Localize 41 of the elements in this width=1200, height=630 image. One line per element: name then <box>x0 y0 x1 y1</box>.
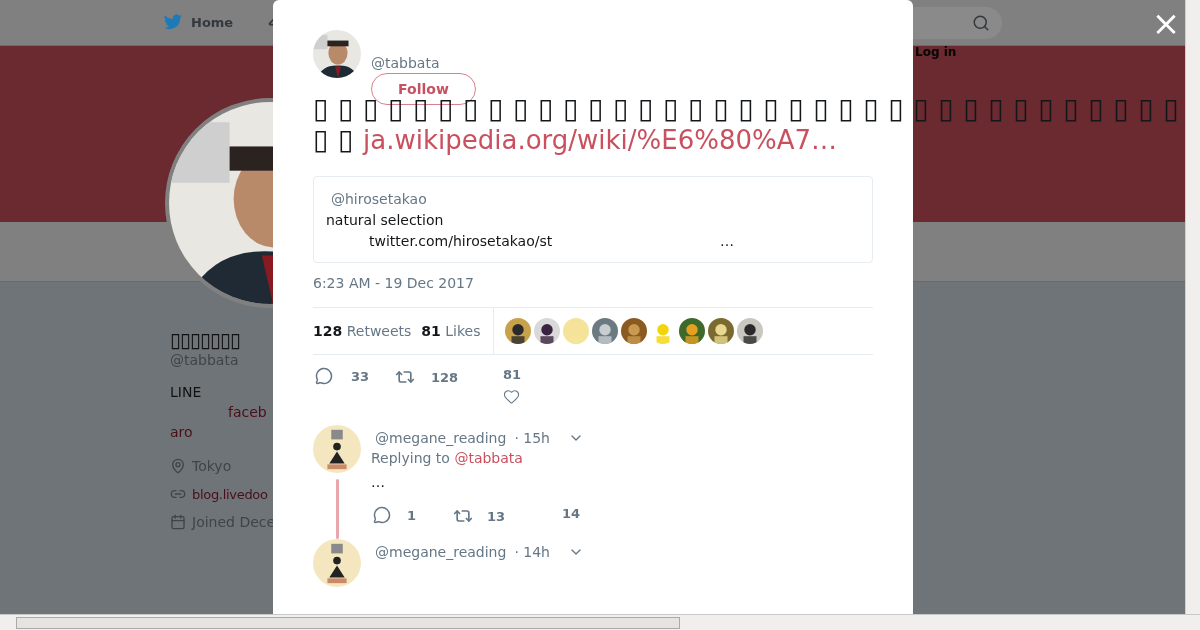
mention-link[interactable]: @tabbata <box>454 450 523 466</box>
thread-line <box>335 479 339 539</box>
website-link[interactable]: blog.livedoo <box>192 486 268 502</box>
reply-icon <box>315 367 333 385</box>
search-icon <box>972 14 990 32</box>
reply-time: · 14h <box>514 544 550 560</box>
location-icon <box>170 458 186 474</box>
bio-link[interactable]: aro <box>170 422 276 442</box>
reply-handle: @megane_reading <box>375 430 507 446</box>
retweet-button[interactable]: 128 <box>395 367 503 387</box>
stat-link[interactable]: 128 Retweets <box>313 323 412 339</box>
scrollbar-thumb[interactable] <box>16 617 680 629</box>
heart-icon <box>503 388 520 405</box>
quoted-text: natural selection <box>326 211 445 230</box>
reply-handle: @megane_reading <box>375 544 507 560</box>
replying-to-text: Replying to @tabbata <box>371 449 524 468</box>
stat-link[interactable]: 81 Likes <box>421 323 481 339</box>
profile-name: ▯▯▯▯▯▯▯ <box>170 328 242 352</box>
quoted-tweet[interactable]: @hirosetakao natural selection twitter.com/hirosetakao/st … <box>313 176 873 263</box>
reply-icon <box>373 506 391 524</box>
quoted-handle: @hirosetakao <box>330 190 428 209</box>
reply-text: … <box>371 473 386 492</box>
tweet-link[interactable]: ja.wikipedia.org/wiki/%E6%80%A7… <box>363 125 838 155</box>
ellipsis-text: … <box>720 232 734 251</box>
retweet-button[interactable]: 13 <box>453 506 562 526</box>
bio-link[interactable]: faceb <box>170 402 276 422</box>
bird-icon <box>163 14 183 31</box>
calendar-icon <box>170 514 186 530</box>
like-button[interactable]: 14 <box>562 506 581 521</box>
reply-button[interactable]: 1 <box>373 506 453 524</box>
horizontal-scrollbar[interactable] <box>0 614 1200 630</box>
reply-time: · 15h <box>514 430 550 446</box>
tweet-timestamp: 6:23 AM - 19 Dec 2017 <box>313 275 475 293</box>
vertical-scrollbar[interactable] <box>1185 0 1200 614</box>
quoted-link[interactable]: twitter.com/hirosetakao/st <box>369 231 720 252</box>
like-button[interactable]: 81 <box>503 367 522 405</box>
author-handle: @tabbata <box>371 55 441 71</box>
close-button[interactable]: × <box>1154 11 1178 35</box>
reply-button[interactable]: 33 <box>315 367 395 385</box>
home-link[interactable]: Home <box>163 14 234 31</box>
bio-text: LINE <box>170 383 203 402</box>
